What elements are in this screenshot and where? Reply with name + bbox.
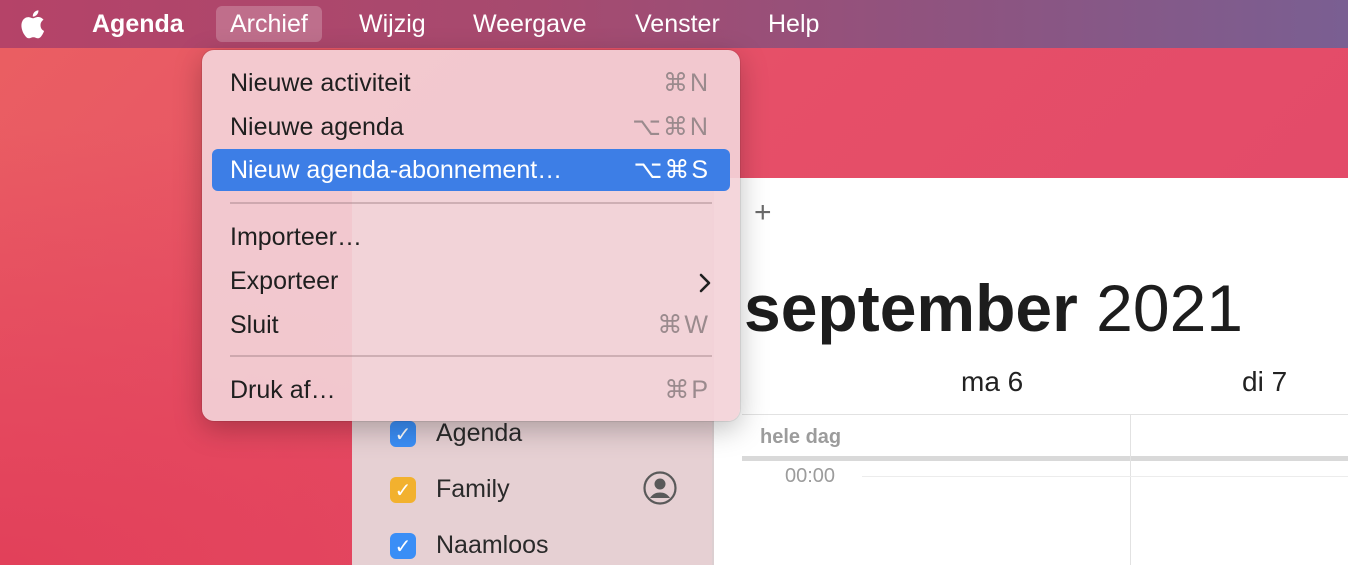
time-label: 00:00 <box>785 465 836 487</box>
allday-label: hele dag <box>760 426 842 448</box>
day-header-mon[interactable]: ma 6 <box>961 366 1023 398</box>
apple-logo-icon[interactable] <box>18 6 50 42</box>
menu-item-label: Sluit <box>230 311 279 339</box>
menu-wijzig[interactable]: Wijzig <box>345 6 440 42</box>
shortcut-label: ⌥⌘N <box>632 113 710 141</box>
menu-item-export[interactable]: Exporteer <box>212 260 730 302</box>
menu-item-label: Nieuwe activiteit <box>230 69 411 97</box>
shortcut-label: ⌥⌘S <box>633 156 710 184</box>
checkmark-icon[interactable]: ✓ <box>390 421 416 447</box>
day-column-divider <box>1130 414 1131 565</box>
menu-item-print[interactable]: Druk af… ⌘P <box>212 369 730 411</box>
chevron-right-icon <box>698 260 712 302</box>
hour-line <box>862 476 1348 477</box>
calendar-name: Family <box>436 475 510 503</box>
menu-item-new-calendar[interactable]: Nieuwe agenda ⌥⌘N <box>212 106 730 148</box>
month-name: september <box>744 271 1078 345</box>
day-header-tue[interactable]: di 7 <box>1242 366 1287 398</box>
menu-item-label: Nieuw agenda-abonnement… <box>230 156 563 184</box>
menu-separator <box>230 202 712 204</box>
checkmark-icon[interactable]: ✓ <box>390 477 416 503</box>
menu-weergave[interactable]: Weergave <box>459 6 601 42</box>
menu-help[interactable]: Help <box>754 6 833 42</box>
menu-item-import[interactable]: Importeer… <box>212 216 730 258</box>
calendar-name: Naamloos <box>436 531 549 559</box>
person-circle-icon[interactable] <box>643 471 677 505</box>
menu-item-label: Nieuwe agenda <box>230 113 404 141</box>
menu-archief[interactable]: Archief <box>216 6 322 42</box>
menu-item-label: Importeer… <box>230 223 362 251</box>
shortcut-label: ⌘P <box>664 376 710 404</box>
menu-bar: Agenda Archief Wijzig Weergave Venster H… <box>0 0 1348 48</box>
menu-item-new-event[interactable]: Nieuwe activiteit ⌘N <box>212 62 730 104</box>
menu-item-new-subscription[interactable]: Nieuw agenda-abonnement… ⌥⌘S <box>212 149 730 191</box>
menu-item-close[interactable]: Sluit ⌘W <box>212 304 730 346</box>
divider <box>742 456 1348 461</box>
menu-venster[interactable]: Venster <box>621 6 734 42</box>
checkmark-icon[interactable]: ✓ <box>390 533 416 559</box>
add-event-button[interactable]: + <box>754 196 772 230</box>
year-label: 2021 <box>1096 271 1243 345</box>
menu-item-label: Druk af… <box>230 376 336 404</box>
month-title: september 2021 <box>744 270 1243 346</box>
shortcut-label: ⌘W <box>657 311 710 339</box>
calendar-name: Agenda <box>436 419 523 447</box>
menu-app-name[interactable]: Agenda <box>78 6 198 42</box>
shortcut-label: ⌘N <box>662 69 710 97</box>
menu-item-label: Exporteer <box>230 267 339 295</box>
archief-dropdown-menu: Nieuwe activiteit ⌘N Nieuwe agenda ⌥⌘N N… <box>202 50 740 421</box>
divider <box>742 414 1348 415</box>
menu-separator <box>230 355 712 357</box>
